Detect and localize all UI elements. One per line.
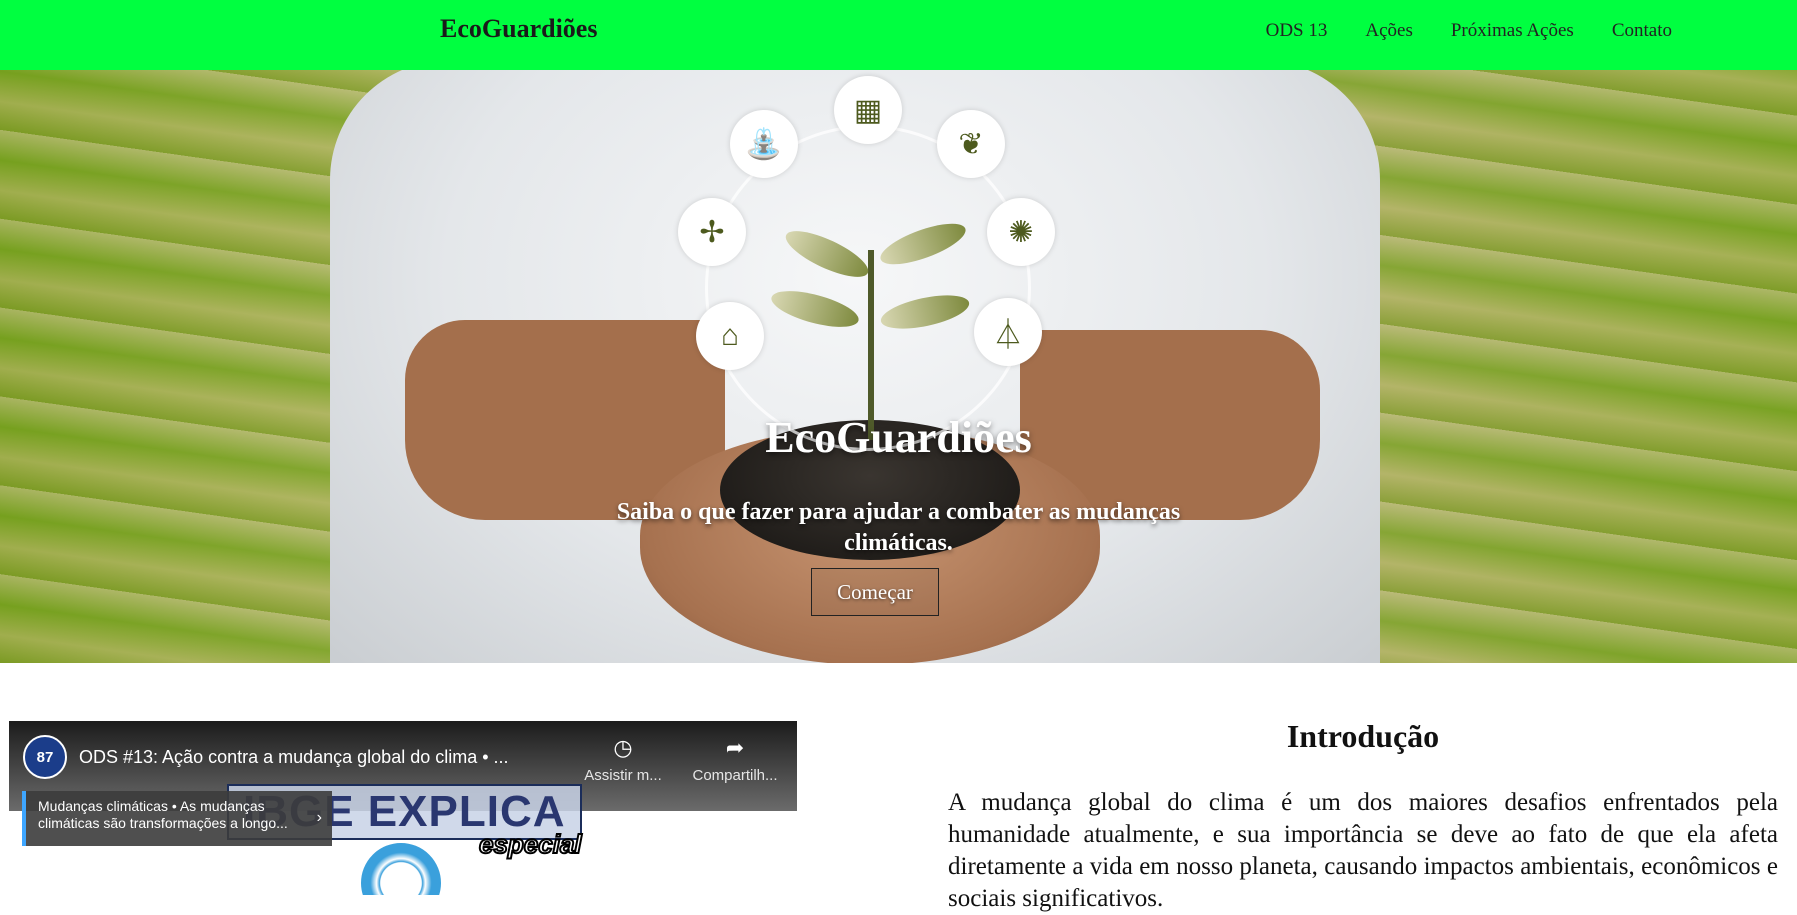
- start-button[interactable]: Começar: [811, 568, 939, 616]
- nav-link-ods13[interactable]: ODS 13: [1266, 20, 1328, 42]
- chevron-right-icon: ›: [316, 809, 322, 826]
- solar-panel-icon: ▦: [834, 76, 902, 144]
- watch-later-button[interactable]: ◷ Assistir m...: [575, 735, 671, 784]
- lightbulb-icon: ✺: [987, 198, 1055, 266]
- watch-later-label: Assistir m...: [584, 767, 662, 784]
- intro-heading: Introdução: [1286, 718, 1440, 754]
- hero-title: EcoGuardiões: [765, 413, 1032, 462]
- leaf-icon: ❦: [937, 110, 1005, 178]
- wind-turbine-icon: ✢: [678, 198, 746, 266]
- clock-icon: ◷: [613, 735, 633, 760]
- nav-link-proximas-acoes[interactable]: Próximas Ações: [1451, 20, 1574, 42]
- video-overlay-subtitle: especial: [478, 828, 583, 860]
- video-chapter-chip[interactable]: Mudanças climáticas • As mudanças climát…: [22, 791, 332, 846]
- navbar: EcoGuardiões ODS 13 Ações Próximas Ações…: [0, 0, 1797, 70]
- intro-paragraph: A mudança global do clima é um dos maior…: [948, 789, 1778, 912]
- video-embed[interactable]: 87 ODS #13: Ação contra a mudança global…: [9, 721, 797, 895]
- video-chapter-text: Mudanças climáticas • As mudanças climát…: [38, 798, 288, 831]
- oil-rig-icon: ⏃: [974, 298, 1042, 366]
- hero-banner: ▦ ❦ ✺ ⏃ ⛲ ✢ ⌂ EcoGuardiões Saiba o que f…: [0, 70, 1797, 663]
- video-title[interactable]: ODS #13: Ação contra a mudança global do…: [79, 747, 509, 768]
- factory-icon: ⌂: [696, 302, 764, 370]
- share-button[interactable]: ➦ Compartilh...: [687, 735, 783, 784]
- hero-subtitle: Saiba o que fazer para ajudar a combater…: [616, 499, 1181, 556]
- nav-link-contato[interactable]: Contato: [1612, 20, 1672, 42]
- water-tap-icon: ⛲: [730, 110, 798, 178]
- un-emblem-icon: [361, 843, 441, 895]
- share-label: Compartilh...: [692, 767, 778, 784]
- share-icon: ➦: [725, 735, 745, 760]
- site-brand[interactable]: EcoGuardiões: [440, 14, 597, 44]
- nav-link-acoes[interactable]: Ações: [1365, 20, 1412, 42]
- nav-links: ODS 13 Ações Próximas Ações Contato: [1266, 20, 1672, 42]
- channel-avatar[interactable]: 87: [23, 735, 67, 779]
